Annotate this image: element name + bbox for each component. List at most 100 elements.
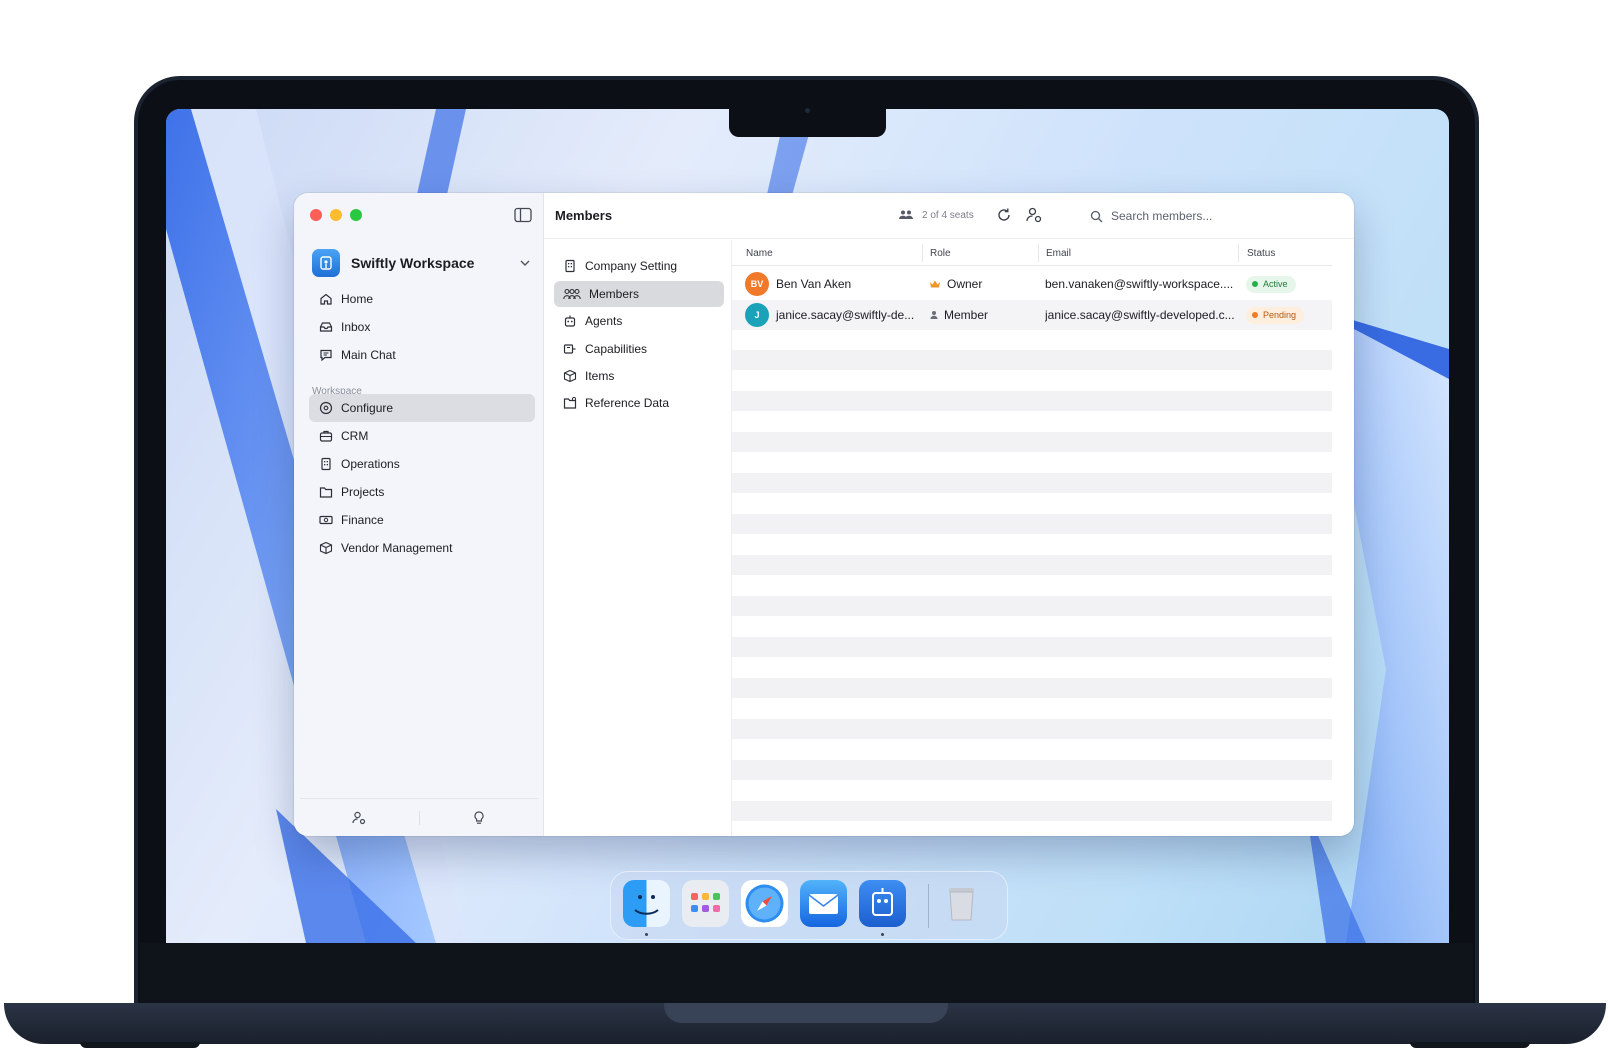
toolbar: Members 2 of 4 seats — [544, 193, 1354, 239]
trash-icon[interactable] — [938, 880, 985, 927]
chat-icon — [320, 349, 332, 362]
folder-data-icon — [563, 396, 577, 409]
sidebar-item-label: Configure — [341, 401, 394, 415]
status-dot-icon — [1252, 281, 1258, 287]
subnav-item-label: Capabilities — [585, 342, 648, 356]
plug-icon — [563, 344, 576, 354]
sidebar-item-operations[interactable]: Operations — [309, 450, 535, 478]
camera-notch — [729, 109, 886, 137]
empty-table-row — [732, 473, 1332, 493]
search-field[interactable] — [1080, 201, 1342, 231]
sidebar-item-inbox[interactable]: Inbox — [309, 313, 535, 341]
safari-icon[interactable] — [741, 880, 788, 927]
member-email: janice.sacay@swiftly-developed.c... — [1045, 308, 1235, 322]
column-header-name[interactable]: Name — [746, 248, 773, 259]
workspace-logo-icon — [312, 249, 340, 277]
sidebar-item-configure[interactable]: Configure — [309, 394, 535, 422]
banknote-icon — [319, 515, 333, 525]
workspace-name: Swiftly Workspace — [351, 255, 475, 271]
table-row[interactable]: J janice.sacay@swiftly-de... Member jani… — [732, 300, 1332, 330]
name-cell: BV Ben Van Aken — [745, 269, 920, 299]
search-input[interactable] — [1111, 209, 1311, 223]
refresh-icon[interactable] — [995, 206, 1013, 224]
member-role: Owner — [947, 277, 983, 291]
sidebar-toggle-icon[interactable] — [514, 207, 532, 223]
laptop-bezel — [140, 943, 1473, 1003]
empty-table-row — [732, 432, 1332, 452]
minimize-window-button[interactable] — [330, 209, 342, 221]
table-row[interactable]: BV Ben Van Aken Owner ben.vanaken@swiftl… — [732, 269, 1332, 299]
zoom-window-button[interactable] — [350, 209, 362, 221]
column-header-role[interactable]: Role — [930, 248, 951, 259]
empty-table-row — [732, 760, 1332, 780]
app-window: Swiftly Workspace Home Inbox Main Chat W… — [294, 193, 1354, 836]
column-divider — [922, 244, 923, 262]
users-icon — [563, 288, 581, 300]
email-cell: ben.vanaken@swiftly-workspace.... — [1045, 269, 1235, 299]
status-cell: Active — [1246, 269, 1326, 299]
close-window-button[interactable] — [310, 209, 322, 221]
workspace-nav: Configure CRM Operations Projects Financ… — [309, 394, 535, 562]
mail-icon[interactable] — [800, 880, 847, 927]
subnav-item-label: Members — [589, 287, 640, 301]
empty-table-row — [732, 514, 1332, 534]
user-settings-icon[interactable] — [351, 810, 367, 826]
folder-icon — [319, 487, 333, 498]
column-divider — [1038, 244, 1039, 262]
seats-label: 2 of 4 seats — [922, 209, 974, 221]
email-cell: janice.sacay@swiftly-developed.c... — [1045, 300, 1235, 330]
empty-table-row — [732, 391, 1332, 411]
add-member-icon[interactable] — [1025, 206, 1043, 224]
users-icon — [899, 210, 913, 219]
robot-icon — [564, 315, 576, 327]
workspace-switcher[interactable]: Swiftly Workspace — [312, 248, 532, 278]
inbox-icon — [319, 322, 333, 332]
briefcase-icon — [319, 430, 333, 442]
subnav-item-label: Agents — [585, 314, 623, 328]
swiftly-app-icon[interactable] — [859, 880, 906, 927]
subnav-item-capabilities[interactable]: Capabilities — [554, 336, 724, 362]
subnav-item-label: Items — [585, 369, 615, 383]
home-icon — [320, 293, 332, 305]
column-header-status[interactable]: Status — [1247, 248, 1275, 259]
configure-icon — [319, 401, 333, 415]
sidebar-item-label: Home — [341, 292, 374, 306]
cube-icon — [563, 369, 577, 383]
crown-icon — [930, 280, 940, 288]
sidebar-item-label: Projects — [341, 485, 385, 499]
laptop-foot — [1410, 1042, 1530, 1048]
launchpad-icon[interactable] — [682, 880, 729, 927]
sidebar-item-home[interactable]: Home — [309, 285, 535, 313]
sidebar-item-main-chat[interactable]: Main Chat — [309, 341, 535, 369]
status-dot-icon — [1252, 312, 1258, 318]
subnav-item-items[interactable]: Items — [554, 363, 724, 389]
subnav-item-label: Company Setting — [585, 259, 678, 273]
subnav-item-members[interactable]: Members — [554, 281, 724, 307]
empty-table-row — [732, 555, 1332, 575]
sidebar-item-projects[interactable]: Projects — [309, 478, 535, 506]
column-divider — [1238, 244, 1239, 262]
lightbulb-icon[interactable] — [471, 810, 487, 826]
sidebar-item-vendor-management[interactable]: Vendor Management — [309, 534, 535, 562]
subnav-item-reference-data[interactable]: Reference Data — [554, 390, 724, 416]
status-badge: Pending — [1246, 306, 1305, 324]
subnav-item-company-setting[interactable]: Company Setting — [554, 253, 724, 279]
sidebar-item-finance[interactable]: Finance — [309, 506, 535, 534]
primary-nav: Home Inbox Main Chat — [309, 285, 535, 369]
sidebar-footer — [300, 798, 538, 836]
finder-icon[interactable] — [623, 880, 670, 927]
empty-table-row — [732, 678, 1332, 698]
table-header: Name Role Email Status — [732, 240, 1332, 266]
role-cell: Member — [929, 300, 1034, 330]
sidebar-item-label: Vendor Management — [341, 541, 453, 555]
column-header-email[interactable]: Email — [1046, 248, 1071, 259]
sidebar-item-crm[interactable]: CRM — [309, 422, 535, 450]
status-label: Active — [1263, 279, 1288, 289]
person-icon — [930, 311, 938, 319]
subnav-item-agents[interactable]: Agents — [554, 308, 724, 334]
status-label: Pending — [1263, 310, 1297, 320]
sidebar-item-label: CRM — [341, 429, 369, 443]
camera-icon — [805, 108, 810, 113]
sidebar-item-label: Main Chat — [341, 348, 396, 362]
box-icon — [319, 541, 333, 555]
